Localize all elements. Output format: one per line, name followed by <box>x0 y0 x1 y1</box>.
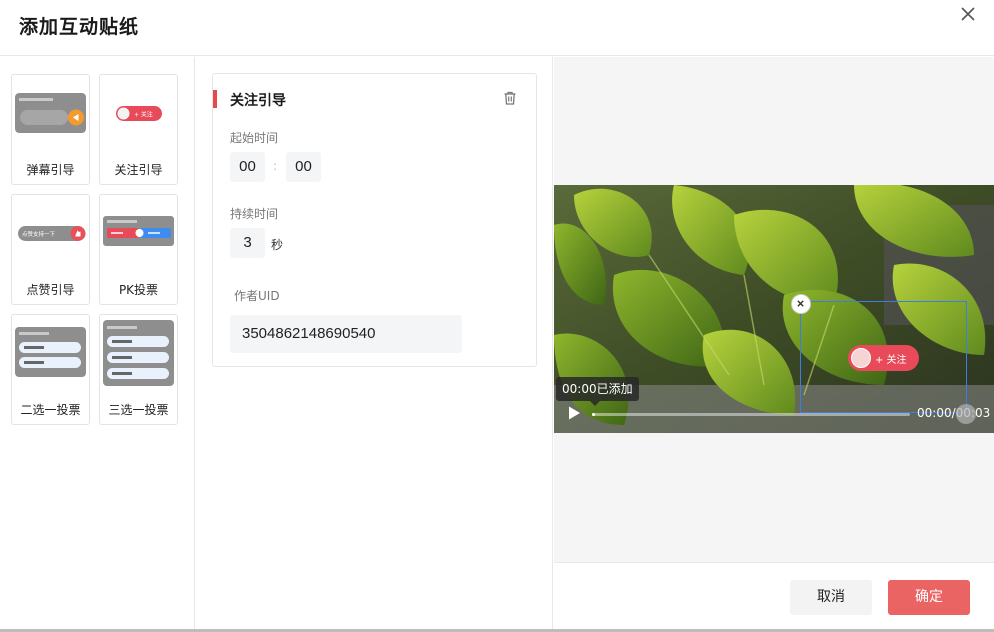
tooltip-text: 00:00已添加 <box>562 382 633 396</box>
duration-unit: 秒 <box>271 238 284 252</box>
confirm-button[interactable]: 确定 <box>888 580 970 615</box>
uid-label: 作者UID <box>234 289 280 303</box>
trash-icon[interactable] <box>502 90 518 106</box>
sticker-label: 点赞引导 <box>26 283 75 297</box>
dialog-header: 添加互动贴纸 <box>0 0 994 56</box>
sticker-pk-vote[interactable]: PK投票 <box>99 194 178 305</box>
pk-vote-preview <box>103 216 174 246</box>
follow-sticker-text: + 关注 <box>875 355 907 366</box>
sticker-label: 三选一投票 <box>108 403 169 417</box>
close-icon[interactable] <box>956 2 980 26</box>
sticker-editor: 关注引导 起始时间 00 : 00 持续时间 3 秒 作者UID 3504862… <box>196 57 553 632</box>
start-seconds-input[interactable]: 00 <box>286 152 321 182</box>
vote-three-preview <box>103 320 174 386</box>
tooltip-arrow <box>590 401 600 406</box>
like-preview: 点赞支持一下 <box>15 213 86 253</box>
dialog-title: 添加互动贴纸 <box>19 16 140 38</box>
progress-fill <box>592 413 596 416</box>
sticker-label: PK投票 <box>118 283 159 297</box>
danmaku-preview <box>15 93 86 133</box>
sticker-label: 二选一投票 <box>20 403 81 417</box>
duration-input[interactable]: 3 <box>230 228 265 258</box>
time-separator: : <box>273 159 278 173</box>
card-title: 关注引导 <box>230 93 286 109</box>
cancel-button[interactable]: 取消 <box>790 580 872 615</box>
video-player: + 关注 00:00已添加 00:00/00:03 <box>554 185 994 433</box>
sticker-label: 弹幕引导 <box>26 163 75 177</box>
svg-text:点赞支持一下: 点赞支持一下 <box>22 230 56 238</box>
sticker-danmaku[interactable]: 弹幕引导 <box>11 74 90 185</box>
start-time-label: 起始时间 <box>230 131 279 145</box>
svg-text:+ 关注: + 关注 <box>134 111 153 119</box>
play-icon[interactable] <box>566 405 582 421</box>
uid-input[interactable]: 3504862148690540 <box>230 315 462 353</box>
avatar <box>851 348 871 368</box>
sticker-list: 弹幕引导 + 关注 关注引导 点赞支持一下 点赞引导 PK投票 二选一投票 三选… <box>0 57 195 632</box>
vote-two-preview <box>15 327 86 377</box>
fullscreen-icon[interactable] <box>956 404 976 424</box>
added-tooltip: 00:00已添加 <box>556 377 639 401</box>
duration-label: 持续时间 <box>230 207 279 221</box>
dialog-footer: 取消 确定 <box>554 562 994 632</box>
preview-panel: + 关注 00:00已添加 00:00/00:03 取消 确定 <box>554 57 994 632</box>
accent-bar <box>213 90 217 108</box>
sticker-like[interactable]: 点赞支持一下 点赞引导 <box>11 194 90 305</box>
progress-track[interactable] <box>592 413 910 416</box>
remove-sticker-icon[interactable] <box>791 294 811 314</box>
follow-sticker[interactable]: + 关注 <box>848 345 919 371</box>
time-display: 00:00/00:03 <box>917 406 991 420</box>
sticker-vote-two[interactable]: 二选一投票 <box>11 314 90 425</box>
sticker-label: 关注引导 <box>114 163 163 177</box>
start-minutes-input[interactable]: 00 <box>230 152 265 182</box>
follow-guide-card: 关注引导 起始时间 00 : 00 持续时间 3 秒 作者UID 3504862… <box>212 73 537 367</box>
follow-preview: + 关注 <box>103 93 174 133</box>
sticker-vote-three[interactable]: 三选一投票 <box>99 314 178 425</box>
sticker-follow[interactable]: + 关注 关注引导 <box>99 74 178 185</box>
